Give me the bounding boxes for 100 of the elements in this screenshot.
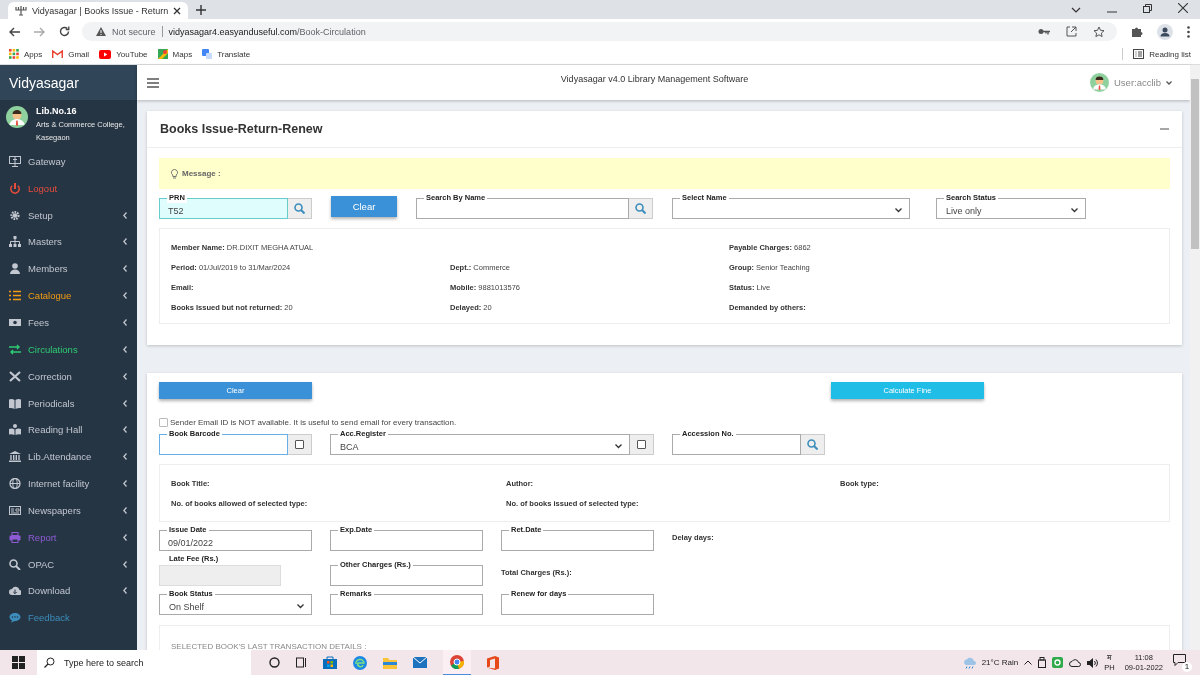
bookmark-link[interactable]: Translate <box>202 49 251 59</box>
candelabra-icon <box>15 5 27 16</box>
address-bar[interactable]: Not secure vidyasagar4.easyanduseful.com/Book-Circulation <box>82 22 1117 41</box>
caret-icon <box>1166 80 1172 85</box>
sidebar-item[interactable]: Lib.Attendance <box>0 443 137 471</box>
browser-tab[interactable]: Vidyasagar | Books Issue - Return <box>8 2 189 19</box>
message-label: Message : <box>182 169 221 178</box>
sidebar-item[interactable]: Periodicals <box>0 389 137 417</box>
sidebar-item[interactable]: Masters <box>0 228 137 256</box>
chrome-taskbar-button[interactable] <box>443 649 471 675</box>
browser-icon <box>450 654 464 669</box>
input-field[interactable] <box>330 594 483 615</box>
bookmark-link[interactable]: Gmail <box>52 49 90 59</box>
sidebar-item[interactable]: Catalogue <box>0 282 137 310</box>
taskbar-search-field[interactable]: Type here to search <box>37 650 251 675</box>
security-label: Not secure <box>112 26 156 37</box>
accession-field[interactable] <box>672 434 801 455</box>
bookmark-link[interactable]: YouTube <box>99 49 148 59</box>
user-menu[interactable]: User:acclib <box>1090 73 1172 92</box>
profile-icon[interactable] <box>1157 23 1173 40</box>
chevron-down-icon <box>297 604 304 609</box>
reading-list-button[interactable]: Reading list <box>1133 49 1191 59</box>
sidebar-item[interactable]: Download <box>0 577 137 605</box>
folder-icon[interactable] <box>383 656 397 669</box>
sidebar-item[interactable]: Correction <box>0 362 137 390</box>
store-icon[interactable] <box>323 656 337 669</box>
sidebar-item[interactable]: Gateway <box>0 148 137 175</box>
chevron-down-icon <box>895 208 902 213</box>
weather-text: 21°C Rain <box>981 658 1019 667</box>
avatar-icon <box>1090 73 1109 92</box>
bookmark-link[interactable]: Apps <box>9 49 43 59</box>
search-icon <box>635 203 646 214</box>
panel-title: Books Issue-Return-Renew <box>160 122 323 136</box>
search-icon <box>44 657 55 668</box>
sidebar-item[interactable]: Setup <box>0 201 137 229</box>
mail-icon <box>52 50 64 58</box>
chevron-down-icon <box>1071 208 1078 213</box>
usb-icon[interactable] <box>1038 657 1047 668</box>
chevron-down-icon[interactable] <box>1071 7 1081 13</box>
key-icon[interactable] <box>1038 28 1050 35</box>
play-icon <box>99 49 112 59</box>
sidebar-item[interactable]: Reading Hall <box>0 416 137 444</box>
search-button[interactable] <box>801 434 825 455</box>
circle-icon[interactable] <box>269 657 280 668</box>
scrollbar[interactable] <box>1190 65 1200 650</box>
sidebar-item[interactable]: Newspapers <box>0 496 137 524</box>
warning-icon <box>96 27 106 36</box>
notification-button[interactable]: 1 <box>1173 653 1192 672</box>
library-number: Lib.No.16 <box>36 106 78 116</box>
app-tray-icon[interactable] <box>1052 657 1064 668</box>
url-text: vidyasagar4.easyanduseful.com/Book-Circulation <box>168 26 366 37</box>
bookmark-link[interactable]: Maps <box>157 49 193 59</box>
checkbox[interactable] <box>637 440 646 449</box>
sidebar-item[interactable]: OPAC <box>0 550 137 578</box>
sidebar-item[interactable]: Circulations <box>0 335 137 363</box>
avatar-icon <box>6 106 28 128</box>
brand-title: Vidyasagar <box>9 74 79 91</box>
mail-icon[interactable] <box>413 657 427 668</box>
speech-bubble-icon <box>1173 653 1186 666</box>
office-icon[interactable] <box>487 655 499 670</box>
barcode-field[interactable] <box>159 434 288 455</box>
sidebar-item[interactable]: Feedback <box>0 604 137 632</box>
sidebar-item[interactable]: Members <box>0 255 137 283</box>
search-button[interactable] <box>629 198 653 219</box>
reload-icon[interactable] <box>59 26 70 37</box>
search-button[interactable] <box>288 198 312 219</box>
checkbox[interactable] <box>295 440 304 449</box>
back-icon[interactable] <box>9 26 20 37</box>
speaker-icon[interactable] <box>1087 657 1099 668</box>
translate-icon <box>202 49 213 59</box>
sidebar-item[interactable]: Fees <box>0 309 137 336</box>
checkbox[interactable] <box>159 418 168 427</box>
restore-icon[interactable] <box>1143 4 1152 13</box>
browser-icon[interactable] <box>353 655 367 670</box>
chevron-down-icon <box>615 444 622 449</box>
search-icon <box>294 203 305 214</box>
notification-count: 1 <box>1182 661 1192 672</box>
tab-title: Vidyasagar | Books Issue - Return <box>32 5 169 16</box>
lightbulb-icon <box>171 168 178 179</box>
cloud-icon[interactable] <box>1069 658 1082 667</box>
chevron-up-icon[interactable] <box>1024 660 1033 665</box>
task-view-icon[interactable] <box>296 657 307 668</box>
close-icon[interactable] <box>1178 3 1188 13</box>
last-transaction-heading: SELECTED BOOK'S LAST TRANSACTION DETAILS : <box>171 642 367 650</box>
new-tab-icon[interactable] <box>196 5 207 15</box>
close-icon[interactable] <box>173 6 182 15</box>
search-icon <box>807 439 818 450</box>
puzzle-icon[interactable] <box>1131 25 1143 38</box>
header-title: Vidyasagar v4.0 Library Management Software <box>560 73 749 84</box>
share-icon[interactable] <box>1066 26 1077 37</box>
star-icon[interactable] <box>1093 25 1105 38</box>
menu-icon[interactable] <box>1187 25 1190 38</box>
list-icon <box>1133 49 1145 59</box>
map-pin-icon <box>157 49 168 59</box>
input-field[interactable] <box>501 530 654 551</box>
name-dropdown[interactable] <box>672 198 910 219</box>
email-notice: Sender Email ID is NOT available. It is useful to send email for every transaction. <box>170 418 457 427</box>
sidebar-item[interactable]: Internet facility <box>0 470 137 497</box>
windows-logo-icon[interactable] <box>12 656 25 669</box>
forward-icon[interactable] <box>34 26 45 37</box>
